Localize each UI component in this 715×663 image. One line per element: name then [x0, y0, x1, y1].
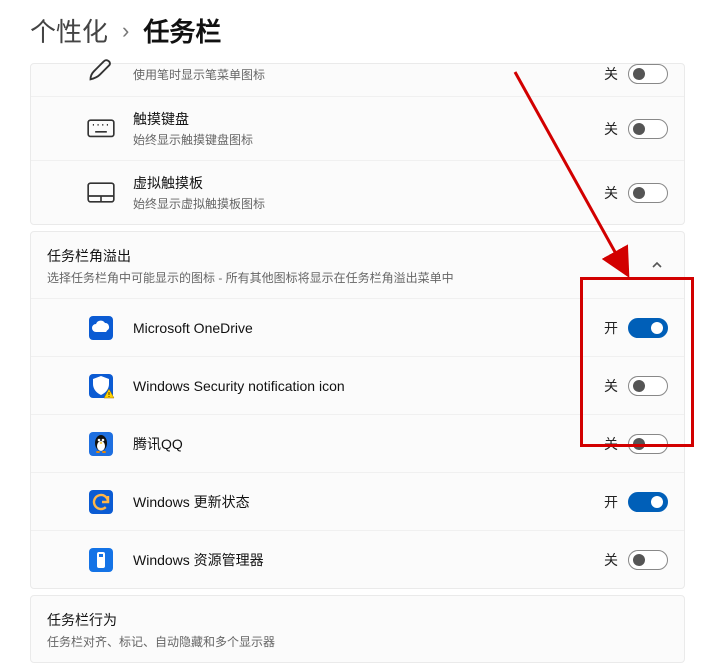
behavior-section-sub: 任务栏对齐、标记、自动隐藏和多个显示器 — [47, 633, 668, 650]
taskbar-behavior-panel[interactable]: 任务栏行为 任务栏对齐、标记、自动隐藏和多个显示器 — [30, 595, 685, 663]
row-qq-label: 腾讯QQ — [133, 434, 604, 454]
toggle-resource-manager[interactable] — [628, 550, 668, 570]
row-qq[interactable]: 腾讯QQ 关 — [31, 414, 684, 472]
overflow-section-sub: 选择任务栏角中可能显示的图标 - 所有其他图标将显示在任务栏角溢出菜单中 — [47, 269, 646, 286]
resource-icon — [87, 546, 115, 574]
row-pen-menu[interactable]: 使用笔时显示笔菜单图标 关 — [31, 64, 684, 96]
breadcrumb: 个性化 › 任务栏 — [0, 0, 715, 57]
taskbar-corner-icons-panel: 使用笔时显示笔菜单图标 关 触摸键盘 始终显示触摸键盘图标 关 虚拟触摸板 始终… — [30, 63, 685, 225]
update-icon — [87, 488, 115, 516]
onedrive-icon — [87, 314, 115, 342]
toggle-label-touch-keyboard: 关 — [604, 119, 618, 139]
toggle-pen[interactable] — [628, 64, 668, 84]
toggle-virtual-touchpad[interactable] — [628, 183, 668, 203]
behavior-section-header[interactable]: 任务栏行为 任务栏对齐、标记、自动隐藏和多个显示器 — [31, 596, 684, 662]
qq-icon — [87, 430, 115, 458]
overflow-section-title: 任务栏角溢出 — [47, 246, 646, 266]
toggle-label-qq: 关 — [604, 434, 618, 454]
row-update-label: Windows 更新状态 — [133, 492, 604, 512]
taskbar-overflow-panel: 任务栏角溢出 选择任务栏角中可能显示的图标 - 所有其他图标将显示在任务栏角溢出… — [30, 231, 685, 589]
toggle-touch-keyboard[interactable] — [628, 119, 668, 139]
toggle-label-resource: 关 — [604, 550, 618, 570]
toggle-security[interactable] — [628, 376, 668, 396]
toggle-onedrive[interactable] — [628, 318, 668, 338]
row-resource-label: Windows 资源管理器 — [133, 550, 604, 570]
breadcrumb-parent[interactable]: 个性化 — [30, 12, 108, 49]
behavior-section-title: 任务栏行为 — [47, 610, 668, 630]
breadcrumb-current: 任务栏 — [143, 12, 221, 49]
toggle-label-virtual-touchpad: 关 — [604, 183, 618, 203]
row-touch-keyboard[interactable]: 触摸键盘 始终显示触摸键盘图标 关 — [31, 96, 684, 160]
toggle-qq[interactable] — [628, 434, 668, 454]
toggle-label-onedrive: 开 — [604, 318, 618, 338]
row-virtual-touchpad[interactable]: 虚拟触摸板 始终显示虚拟触摸板图标 关 — [31, 160, 684, 224]
row-windows-update[interactable]: Windows 更新状态 开 — [31, 472, 684, 530]
toggle-label-update: 开 — [604, 492, 618, 512]
toggle-windows-update[interactable] — [628, 492, 668, 512]
chevron-up-icon[interactable] — [646, 254, 668, 279]
row-pen-sub: 使用笔时显示笔菜单图标 — [133, 66, 604, 83]
row-virtual-touchpad-title: 虚拟触摸板 — [133, 173, 604, 193]
toggle-label-security: 关 — [604, 376, 618, 396]
row-touch-keyboard-sub: 始终显示触摸键盘图标 — [133, 131, 604, 148]
row-security[interactable]: Windows Security notification icon 关 — [31, 356, 684, 414]
row-security-label: Windows Security notification icon — [133, 378, 604, 394]
security-icon — [87, 372, 115, 400]
row-onedrive-label: Microsoft OneDrive — [133, 320, 604, 336]
row-virtual-touchpad-sub: 始终显示虚拟触摸板图标 — [133, 195, 604, 212]
row-onedrive[interactable]: Microsoft OneDrive 开 — [31, 298, 684, 356]
virtual-touchpad-icon — [87, 179, 115, 207]
pen-icon — [87, 56, 115, 84]
row-resource-manager[interactable]: Windows 资源管理器 关 — [31, 530, 684, 588]
overflow-section-header[interactable]: 任务栏角溢出 选择任务栏角中可能显示的图标 - 所有其他图标将显示在任务栏角溢出… — [31, 232, 684, 298]
row-touch-keyboard-title: 触摸键盘 — [133, 109, 604, 129]
toggle-label-pen: 关 — [604, 64, 618, 84]
breadcrumb-separator: › — [122, 18, 129, 44]
touch-keyboard-icon — [87, 115, 115, 143]
